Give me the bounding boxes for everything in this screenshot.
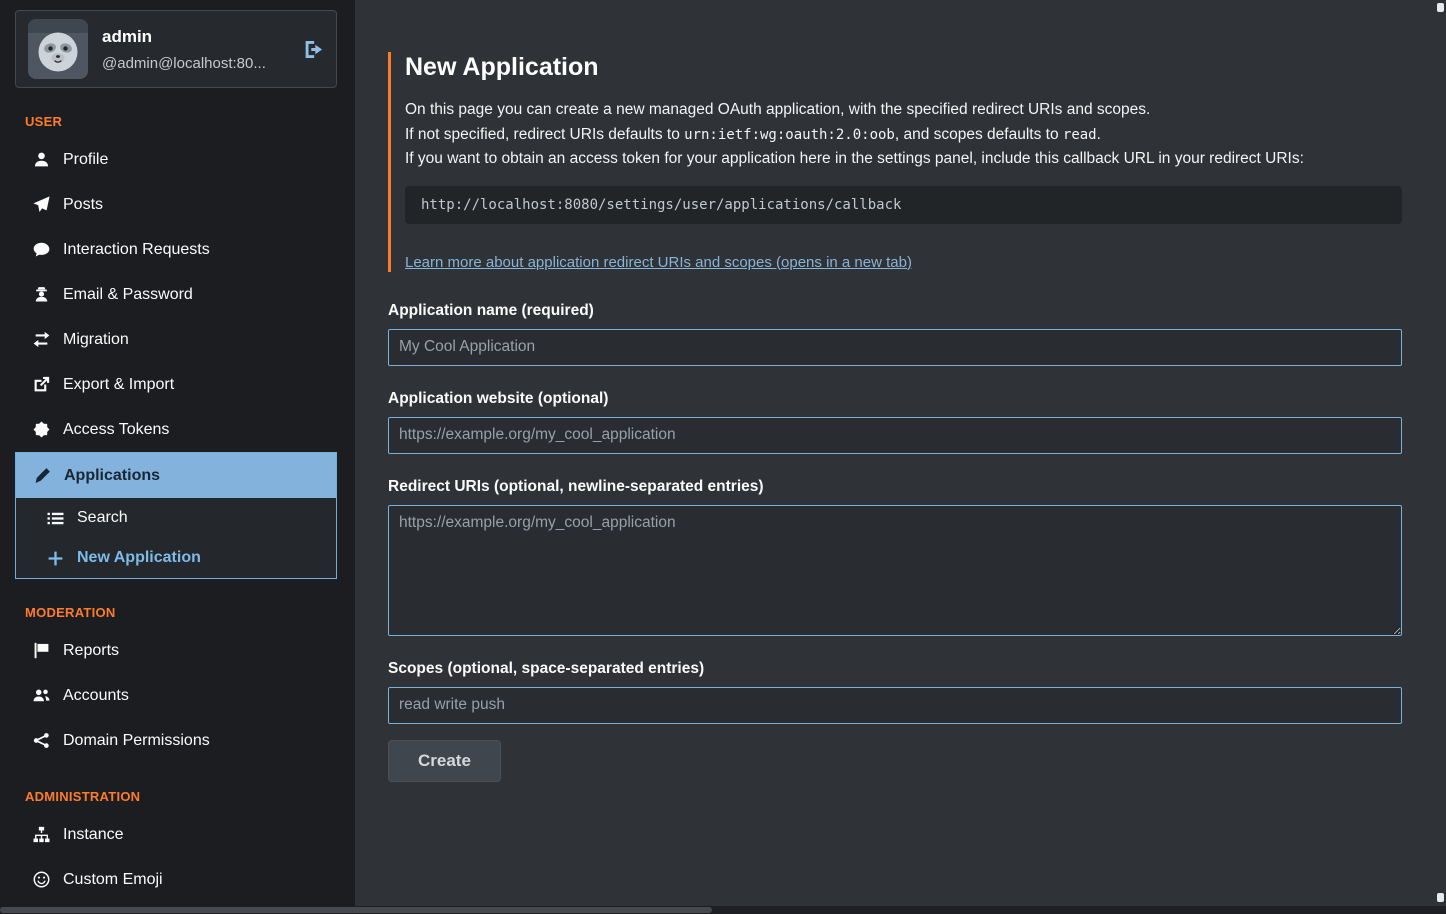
page-title: New Application [405,52,1402,82]
intro-line-2-text: . [1097,126,1101,143]
horizontal-scrollbar-thumb[interactable] [0,907,712,913]
applications-submenu: Search New Application [16,498,336,578]
exchange-icon [32,331,50,348]
sidebar-item-label: Email & Password [63,286,193,304]
sidebar-item-access-tokens[interactable]: Access Tokens [15,407,337,452]
sidebar-item-label: Interaction Requests [63,241,210,259]
redirect-uris-label: Redirect URIs (optional, newline-separat… [388,478,1402,496]
user-icon [32,151,50,168]
intro-line-2: If not specified, redirect URIs defaults… [405,123,1402,148]
sign-out-icon[interactable] [303,39,324,60]
sidebar-item-label: Applications [64,467,160,485]
sidebar-item-export-import[interactable]: Export & Import [15,362,337,407]
application-website-label: Application website (optional) [388,390,1402,408]
application-name-input[interactable] [388,329,1402,366]
sidebar-nav: USER Profile Posts Interaction Requests … [15,114,337,914]
sitemap-icon [32,826,50,843]
intro-line-1: On this page you can create a new manage… [405,98,1402,123]
section-title-user: USER [25,114,337,129]
sidebar-item-label: New Application [77,549,201,567]
sidebar-item-label: Access Tokens [63,421,169,439]
callback-url-code: http://localhost:8080/settings/user/appl… [405,186,1402,224]
certificate-icon [32,421,50,438]
sidebar-item-label: Custom Emoji [63,871,163,889]
sidebar-item-applications[interactable]: Applications [16,453,336,498]
user-name: admin [102,27,289,47]
sidebar-item-domain-permissions[interactable]: Domain Permissions [15,718,337,763]
sidebar-item-label: Accounts [63,687,129,705]
sidebar-item-label: Instance [63,826,123,844]
sidebar-item-interaction-requests[interactable]: Interaction Requests [15,227,337,272]
user-handle: @admin@localhost:80... [102,55,289,72]
sidebar: admin @admin@localhost:80... USER Profil… [0,0,355,914]
user-card[interactable]: admin @admin@localhost:80... [15,10,337,88]
application-name-label: Application name (required) [388,302,1402,320]
list-icon [46,510,64,527]
sidebar-item-custom-emoji[interactable]: Custom Emoji [15,857,337,902]
sidebar-item-label: Domain Permissions [63,732,210,750]
sidebar-item-label: Posts [63,196,103,214]
sidebar-item-label: Migration [63,331,129,349]
sidebar-item-email-password[interactable]: Email & Password [15,272,337,317]
comment-icon [32,241,50,258]
sidebar-item-instance[interactable]: Instance [15,812,337,857]
scopes-label: Scopes (optional, space-separated entrie… [388,660,1402,678]
sidebar-item-accounts[interactable]: Accounts [15,673,337,718]
application-website-input[interactable] [388,417,1402,454]
create-button[interactable]: Create [388,740,501,782]
users-icon [32,687,50,704]
new-application-form: Application name (required) Application … [388,302,1402,782]
intro-line-3: If you want to obtain an access token fo… [405,147,1402,172]
sidebar-item-label: Search [77,509,128,527]
intro-line-2-text: , and scopes defaults to [895,126,1063,143]
sidebar-item-posts[interactable]: Posts [15,182,337,227]
smile-icon [32,871,50,888]
redirect-uris-textarea[interactable] [388,505,1402,636]
sidebar-item-reports[interactable]: Reports [15,628,337,673]
new-application-info-block: New Application On this page you can cre… [388,52,1402,272]
scopes-input[interactable] [388,687,1402,724]
vertical-scrollbar-bottom[interactable] [1437,893,1444,902]
share-icon [32,732,50,749]
section-title-administration: ADMINISTRATION [25,789,337,804]
sidebar-item-label: Export & Import [63,376,174,394]
paper-plane-icon [32,196,50,213]
horizontal-scrollbar[interactable] [0,906,1446,914]
inline-code-read: read [1063,127,1097,143]
sidebar-item-label: Reports [63,642,119,660]
pen-icon [33,467,51,484]
inline-code-oob: urn:ietf:wg:oauth:2.0:oob [684,127,895,143]
sidebar-item-profile[interactable]: Profile [15,137,337,182]
sidebar-item-migration[interactable]: Migration [15,317,337,362]
export-icon [32,376,50,393]
sidebar-item-search[interactable]: Search [16,498,336,538]
vertical-scrollbar-top[interactable] [1437,3,1444,12]
main-content: New Application On this page you can cre… [355,0,1446,914]
sidebar-item-new-application[interactable]: New Application [16,538,336,578]
intro-line-2-text: If not specified, redirect URIs defaults… [405,126,684,143]
applications-nav-group: Applications Search New Application [15,452,337,579]
avatar [28,19,88,79]
user-secret-icon [32,286,50,303]
section-title-moderation: MODERATION [25,605,337,620]
learn-more-link[interactable]: Learn more about application redirect UR… [405,254,912,271]
sidebar-item-label: Profile [63,151,108,169]
plus-icon [46,550,64,567]
user-names: admin @admin@localhost:80... [102,27,289,72]
flag-icon [32,642,50,659]
